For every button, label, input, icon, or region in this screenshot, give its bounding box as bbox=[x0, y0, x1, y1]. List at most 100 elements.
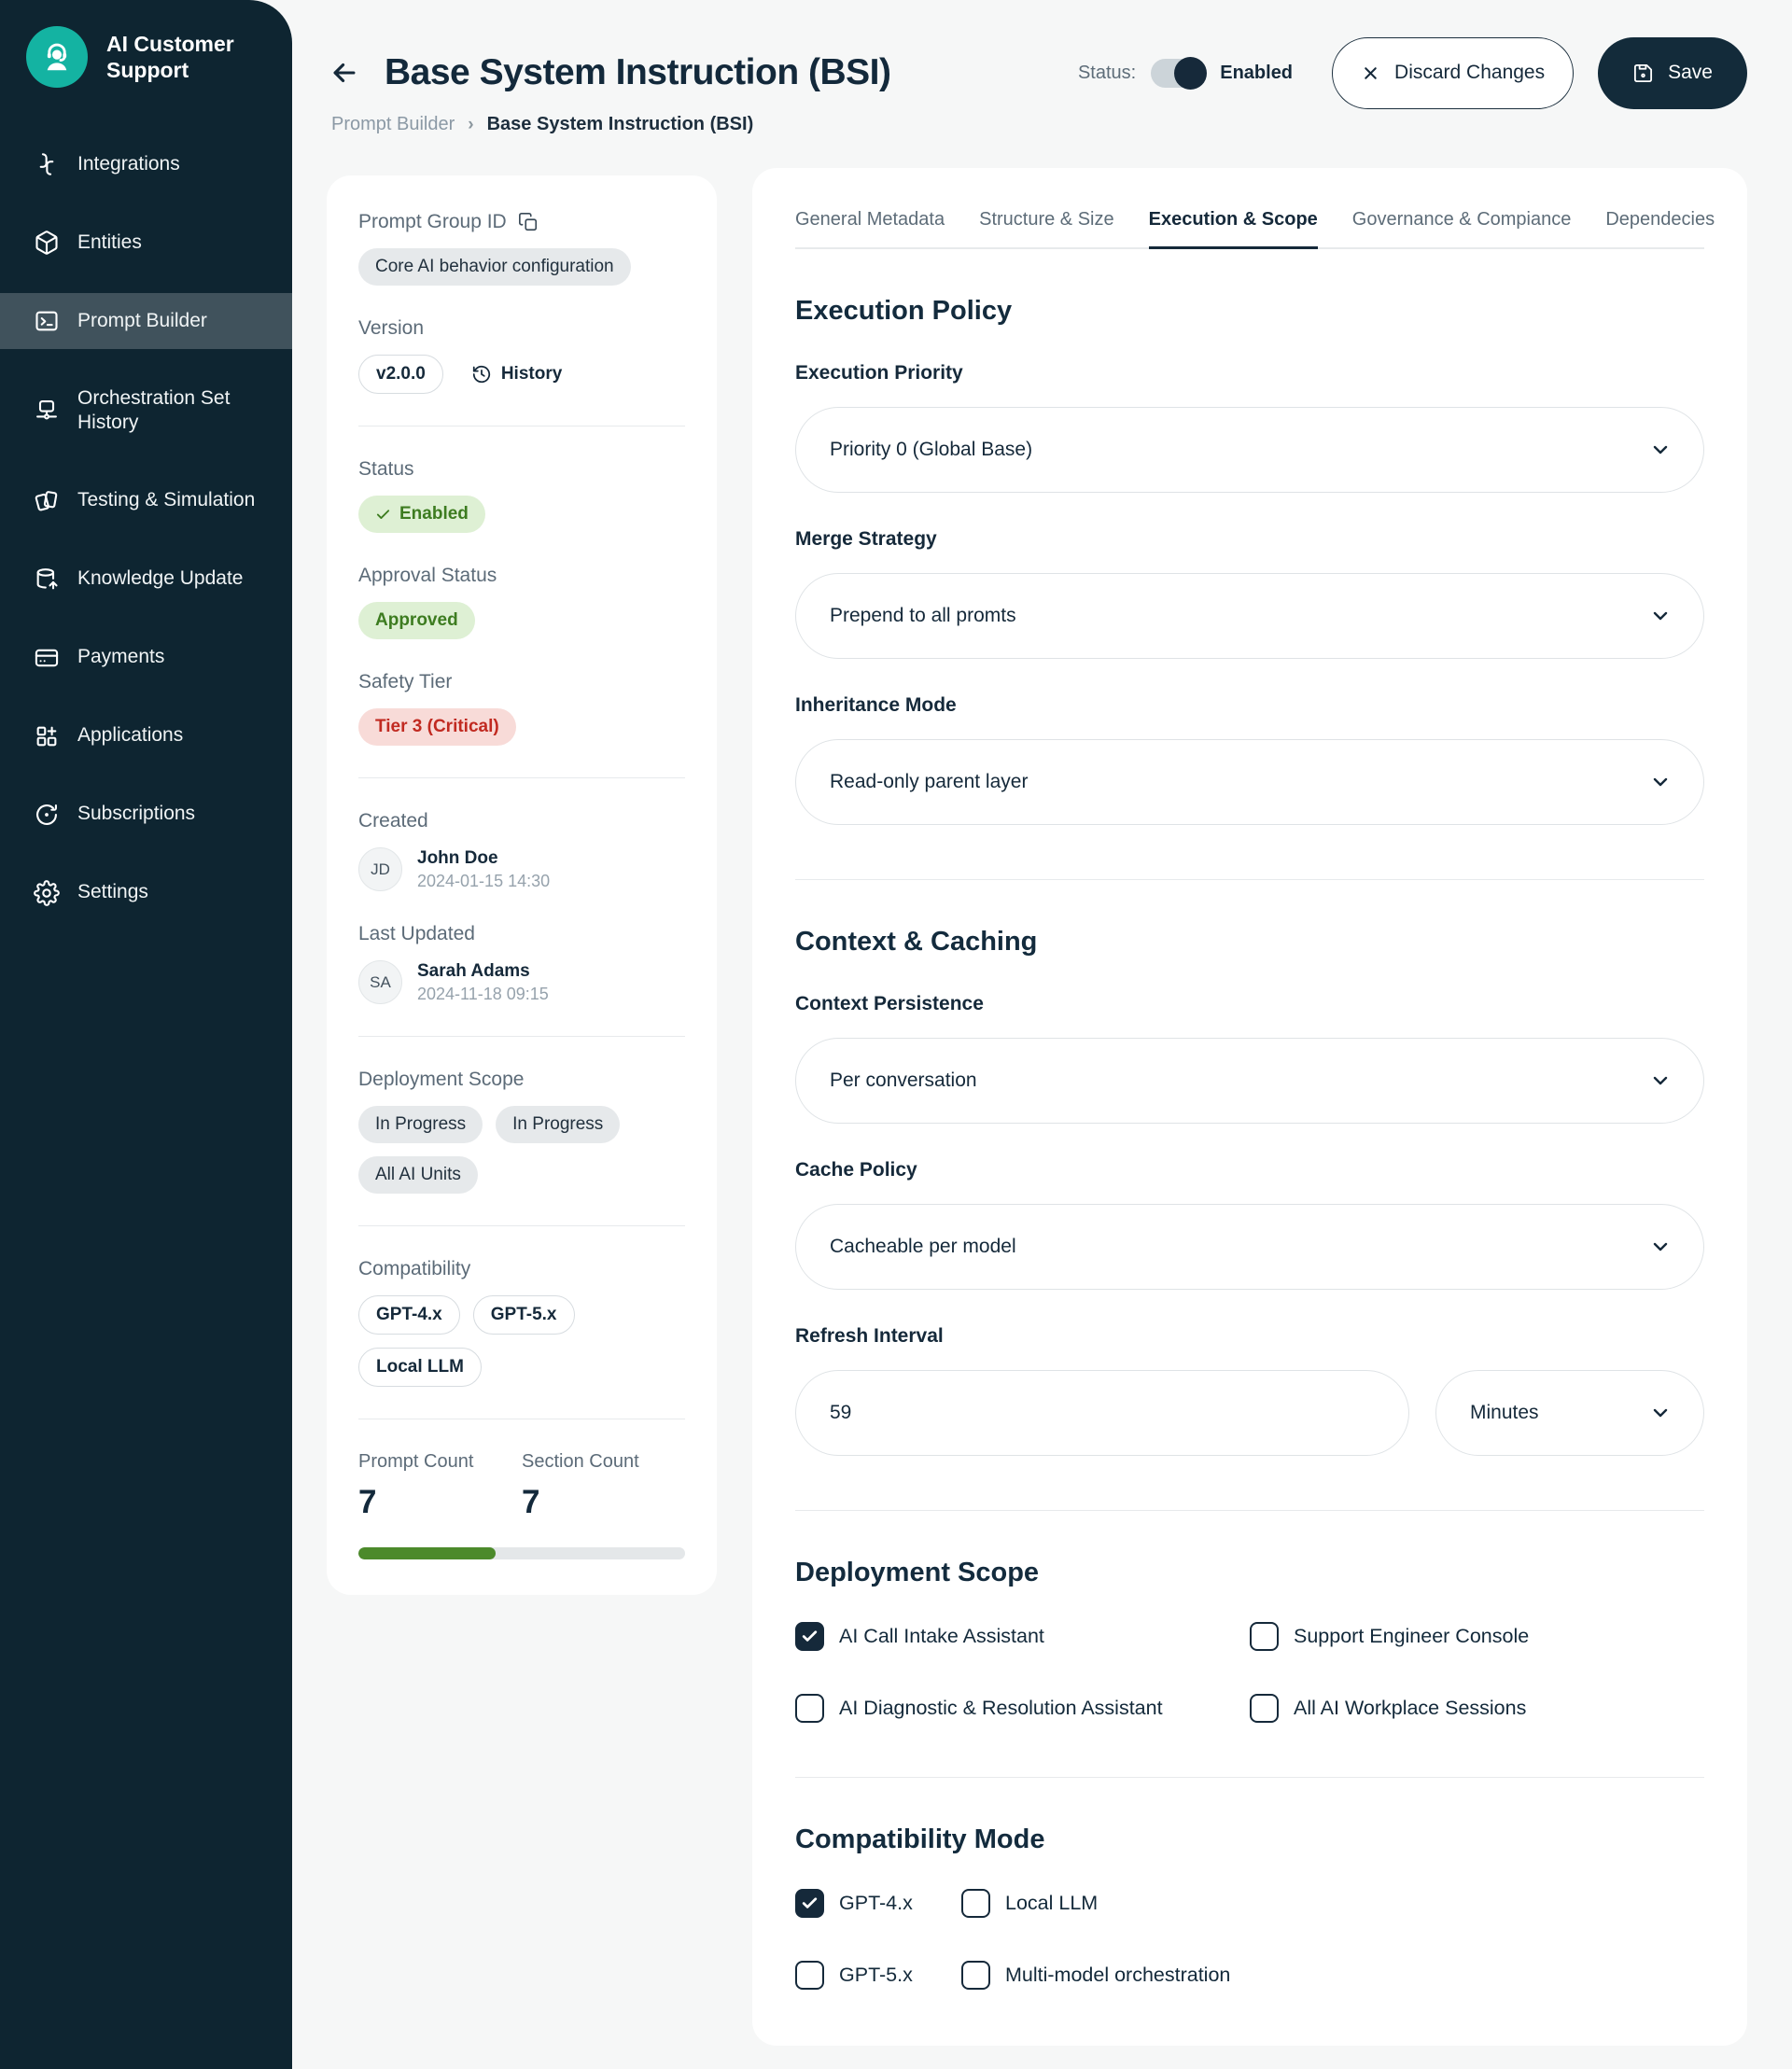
compatibility-mode-options: GPT-4.x Local LLM GPT-5.x Multi-model or… bbox=[795, 1889, 1704, 1990]
checkbox-gpt-4x[interactable]: GPT-4.x bbox=[795, 1889, 961, 1918]
orchestration-icon bbox=[34, 398, 60, 424]
discard-changes-label: Discard Changes bbox=[1394, 62, 1545, 84]
tab-general-metadata[interactable]: General Metadata bbox=[795, 209, 945, 247]
tab-bar: General Metadata Structure & Size Execut… bbox=[795, 209, 1704, 249]
discard-changes-button[interactable]: Discard Changes bbox=[1332, 37, 1574, 109]
checkbox-label: Support Engineer Console bbox=[1294, 1625, 1529, 1648]
chevron-down-icon bbox=[1649, 1069, 1672, 1092]
checkbox-box[interactable] bbox=[795, 1889, 824, 1918]
tab-governance-compliance[interactable]: Governance & Compiance bbox=[1352, 209, 1572, 247]
checkbox-all-ai-workplace-sessions[interactable]: All AI Workplace Sessions bbox=[1250, 1694, 1704, 1723]
history-button[interactable]: History bbox=[471, 364, 562, 384]
created-by-name: John Doe bbox=[417, 848, 550, 869]
chevron-down-icon bbox=[1649, 771, 1672, 793]
avatar: JD bbox=[358, 847, 402, 891]
checkbox-label: Local LLM bbox=[1005, 1892, 1098, 1915]
chevron-down-icon bbox=[1649, 1402, 1672, 1424]
status-label: Status: bbox=[1078, 63, 1136, 84]
sidebar-item-applications[interactable]: Applications bbox=[0, 708, 292, 764]
sidebar-item-integrations[interactable]: Integrations bbox=[0, 136, 292, 192]
compatibility-label: Compatibility bbox=[358, 1258, 685, 1280]
status-toggle[interactable] bbox=[1151, 59, 1205, 88]
tab-dependencies[interactable]: Dependecies bbox=[1605, 209, 1715, 247]
version-label: Version bbox=[358, 317, 685, 340]
deployment-tag: In Progress bbox=[496, 1106, 620, 1143]
back-arrow-icon[interactable] bbox=[329, 57, 360, 89]
safety-tier-label: Safety Tier bbox=[358, 671, 685, 693]
compatibility-tag: GPT-4.x bbox=[358, 1295, 460, 1335]
checkbox-label: All AI Workplace Sessions bbox=[1294, 1697, 1526, 1720]
inheritance-mode-select[interactable]: Read-only parent layer bbox=[795, 739, 1704, 825]
checkbox-box[interactable] bbox=[1250, 1694, 1279, 1723]
context-caching-heading: Context & Caching bbox=[795, 927, 1704, 958]
sidebar-item-testing-simulation[interactable]: Testing & Simulation bbox=[0, 473, 292, 529]
execution-priority-select[interactable]: Priority 0 (Global Base) bbox=[795, 407, 1704, 493]
checkbox-box[interactable] bbox=[961, 1889, 990, 1918]
prompt-group-id-label: Prompt Group ID bbox=[358, 211, 507, 233]
sidebar-item-label: Settings bbox=[77, 880, 148, 904]
checkbox-multi-model-orchestration[interactable]: Multi-model orchestration bbox=[961, 1961, 1704, 1990]
context-persistence-label: Context Persistence bbox=[795, 993, 1704, 1015]
section-count-value: 7 bbox=[522, 1484, 685, 1521]
inheritance-mode-label: Inheritance Mode bbox=[795, 694, 1704, 717]
tab-structure-size[interactable]: Structure & Size bbox=[979, 209, 1114, 247]
updated-by-row: SA Sarah Adams 2024-11-18 09:15 bbox=[358, 960, 685, 1004]
merge-strategy-value: Prepend to all promts bbox=[830, 605, 1016, 627]
avatar: SA bbox=[358, 960, 402, 1004]
refresh-interval-unit-select[interactable]: Minutes bbox=[1435, 1370, 1704, 1456]
cache-policy-select[interactable]: Cacheable per model bbox=[795, 1204, 1704, 1290]
status-value: Enabled bbox=[1220, 63, 1293, 84]
sidebar-item-settings[interactable]: Settings bbox=[0, 865, 292, 921]
refresh-interval-input[interactable] bbox=[795, 1370, 1409, 1456]
context-persistence-select[interactable]: Per conversation bbox=[795, 1038, 1704, 1124]
breadcrumb-current: Base System Instruction (BSI) bbox=[487, 114, 754, 135]
chevron-down-icon bbox=[1649, 439, 1672, 461]
checkbox-label: Multi-model orchestration bbox=[1005, 1964, 1230, 1987]
checkbox-box[interactable] bbox=[961, 1961, 990, 1990]
approval-status-label: Approval Status bbox=[358, 565, 685, 587]
cube-icon bbox=[34, 230, 60, 256]
checkbox-gpt-5x[interactable]: GPT-5.x bbox=[795, 1961, 961, 1990]
checkbox-support-engineer-console[interactable]: Support Engineer Console bbox=[1250, 1622, 1704, 1651]
compatibility-tag: GPT-5.x bbox=[473, 1295, 575, 1335]
app-brand: AI Customer Support bbox=[0, 0, 292, 88]
checkbox-label: GPT-5.x bbox=[839, 1964, 913, 1987]
credit-card-icon bbox=[34, 645, 60, 671]
sidebar-item-label: Prompt Builder bbox=[77, 309, 207, 333]
sidebar-item-knowledge-update[interactable]: Knowledge Update bbox=[0, 552, 292, 608]
close-icon bbox=[1361, 63, 1380, 83]
save-label: Save bbox=[1668, 62, 1713, 84]
merge-strategy-select[interactable]: Prepend to all promts bbox=[795, 573, 1704, 659]
sidebar-item-prompt-builder[interactable]: Prompt Builder bbox=[0, 293, 292, 349]
sidebar-item-label: Knowledge Update bbox=[77, 566, 243, 591]
checkbox-local-llm[interactable]: Local LLM bbox=[961, 1889, 1704, 1918]
context-persistence-value: Per conversation bbox=[830, 1069, 977, 1092]
sidebar-item-entities[interactable]: Entities bbox=[0, 215, 292, 271]
checkbox-box[interactable] bbox=[795, 1622, 824, 1651]
copy-icon[interactable] bbox=[518, 212, 539, 232]
deployment-tag: All AI Units bbox=[358, 1156, 478, 1194]
grid-plus-icon bbox=[34, 723, 60, 749]
sidebar-item-subscriptions[interactable]: Subscriptions bbox=[0, 787, 292, 843]
inheritance-mode-value: Read-only parent layer bbox=[830, 771, 1028, 793]
breadcrumb: Prompt Builder › Base System Instruction… bbox=[331, 114, 753, 135]
status-field-label: Status bbox=[358, 458, 685, 481]
refresh-cycle-icon bbox=[34, 802, 60, 828]
breadcrumb-parent[interactable]: Prompt Builder bbox=[331, 114, 455, 135]
created-by-row: JD John Doe 2024-01-15 14:30 bbox=[358, 847, 685, 891]
checkbox-ai-diagnostic-resolution-assistant[interactable]: AI Diagnostic & Resolution Assistant bbox=[795, 1694, 1250, 1723]
sidebar-item-payments[interactable]: Payments bbox=[0, 630, 292, 686]
save-button[interactable]: Save bbox=[1598, 37, 1747, 109]
sidebar-item-orchestration-set-history[interactable]: Orchestration Set History bbox=[0, 371, 292, 451]
checkbox-box[interactable] bbox=[795, 1961, 824, 1990]
save-icon bbox=[1632, 63, 1654, 84]
checkbox-box[interactable] bbox=[795, 1694, 824, 1723]
created-label: Created bbox=[358, 810, 685, 832]
breadcrumb-separator-icon: › bbox=[468, 115, 473, 135]
tab-execution-scope[interactable]: Execution & Scope bbox=[1149, 209, 1318, 249]
checkbox-ai-call-intake-assistant[interactable]: AI Call Intake Assistant bbox=[795, 1622, 1250, 1651]
sidebar-item-label: Payments bbox=[77, 645, 164, 669]
counts-row: Prompt Count 7 Section Count 7 bbox=[358, 1451, 685, 1521]
safety-tier-badge: Tier 3 (Critical) bbox=[358, 708, 516, 746]
checkbox-box[interactable] bbox=[1250, 1622, 1279, 1651]
